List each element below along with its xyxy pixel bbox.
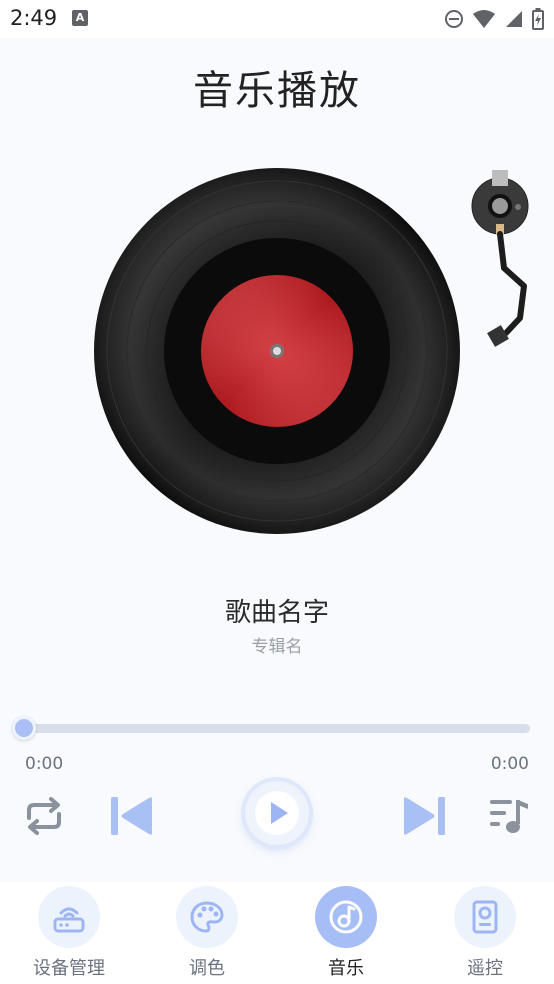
vinyl-record-icon — [94, 168, 460, 534]
current-time: 0:00 — [25, 754, 64, 774]
nav-icon-bg — [176, 886, 238, 948]
nav-item-device-management[interactable]: 设备管理 — [0, 882, 138, 984]
nav-item-color[interactable]: 调色 — [138, 882, 276, 984]
wifi-icon — [473, 10, 495, 28]
battery-icon — [532, 8, 544, 30]
remote-icon — [472, 900, 498, 934]
album-name: 专辑名 — [251, 637, 303, 657]
nav-label: 遥控 — [467, 958, 503, 979]
nav-icon-bg — [38, 886, 100, 948]
playlist-button[interactable] — [486, 794, 532, 838]
repeat-icon — [27, 797, 61, 835]
song-title: 歌曲名字 — [224, 598, 329, 628]
status-bar: 2:49 A — [0, 0, 554, 38]
nav-item-remote[interactable]: 遥控 — [416, 882, 554, 984]
play-icon — [255, 791, 299, 835]
next-button[interactable] — [400, 794, 450, 838]
total-time: 0:00 — [490, 754, 529, 774]
nav-label: 调色 — [189, 958, 225, 979]
nav-icon-bg — [454, 886, 516, 948]
progress-thumb[interactable] — [12, 716, 36, 740]
status-time: 2:49 — [10, 6, 58, 30]
nav-label: 音乐 — [328, 958, 364, 979]
do-not-disturb-icon — [445, 10, 463, 28]
previous-button[interactable] — [106, 794, 156, 838]
playlist-icon — [490, 800, 528, 833]
nav-item-music[interactable]: 音乐 — [277, 882, 415, 984]
cell-signal-icon — [506, 11, 522, 27]
nav-icon-bg — [315, 886, 377, 948]
nav-label: 设备管理 — [33, 958, 105, 979]
play-button[interactable] — [245, 781, 309, 845]
palette-icon — [190, 901, 224, 933]
bottom-navigation: 设备管理 调色 音乐 遥控 — [0, 882, 554, 984]
page-title: 音乐播放 — [193, 68, 361, 114]
status-icons — [444, 8, 544, 30]
music-note-icon — [329, 900, 363, 934]
progress-bar[interactable] — [24, 724, 530, 733]
repeat-button[interactable] — [20, 794, 68, 838]
skip-next-icon — [404, 797, 445, 835]
tonearm-icon — [471, 170, 529, 347]
notification-a-icon: A — [72, 10, 88, 26]
router-icon — [53, 907, 85, 933]
skip-previous-icon — [111, 797, 152, 835]
